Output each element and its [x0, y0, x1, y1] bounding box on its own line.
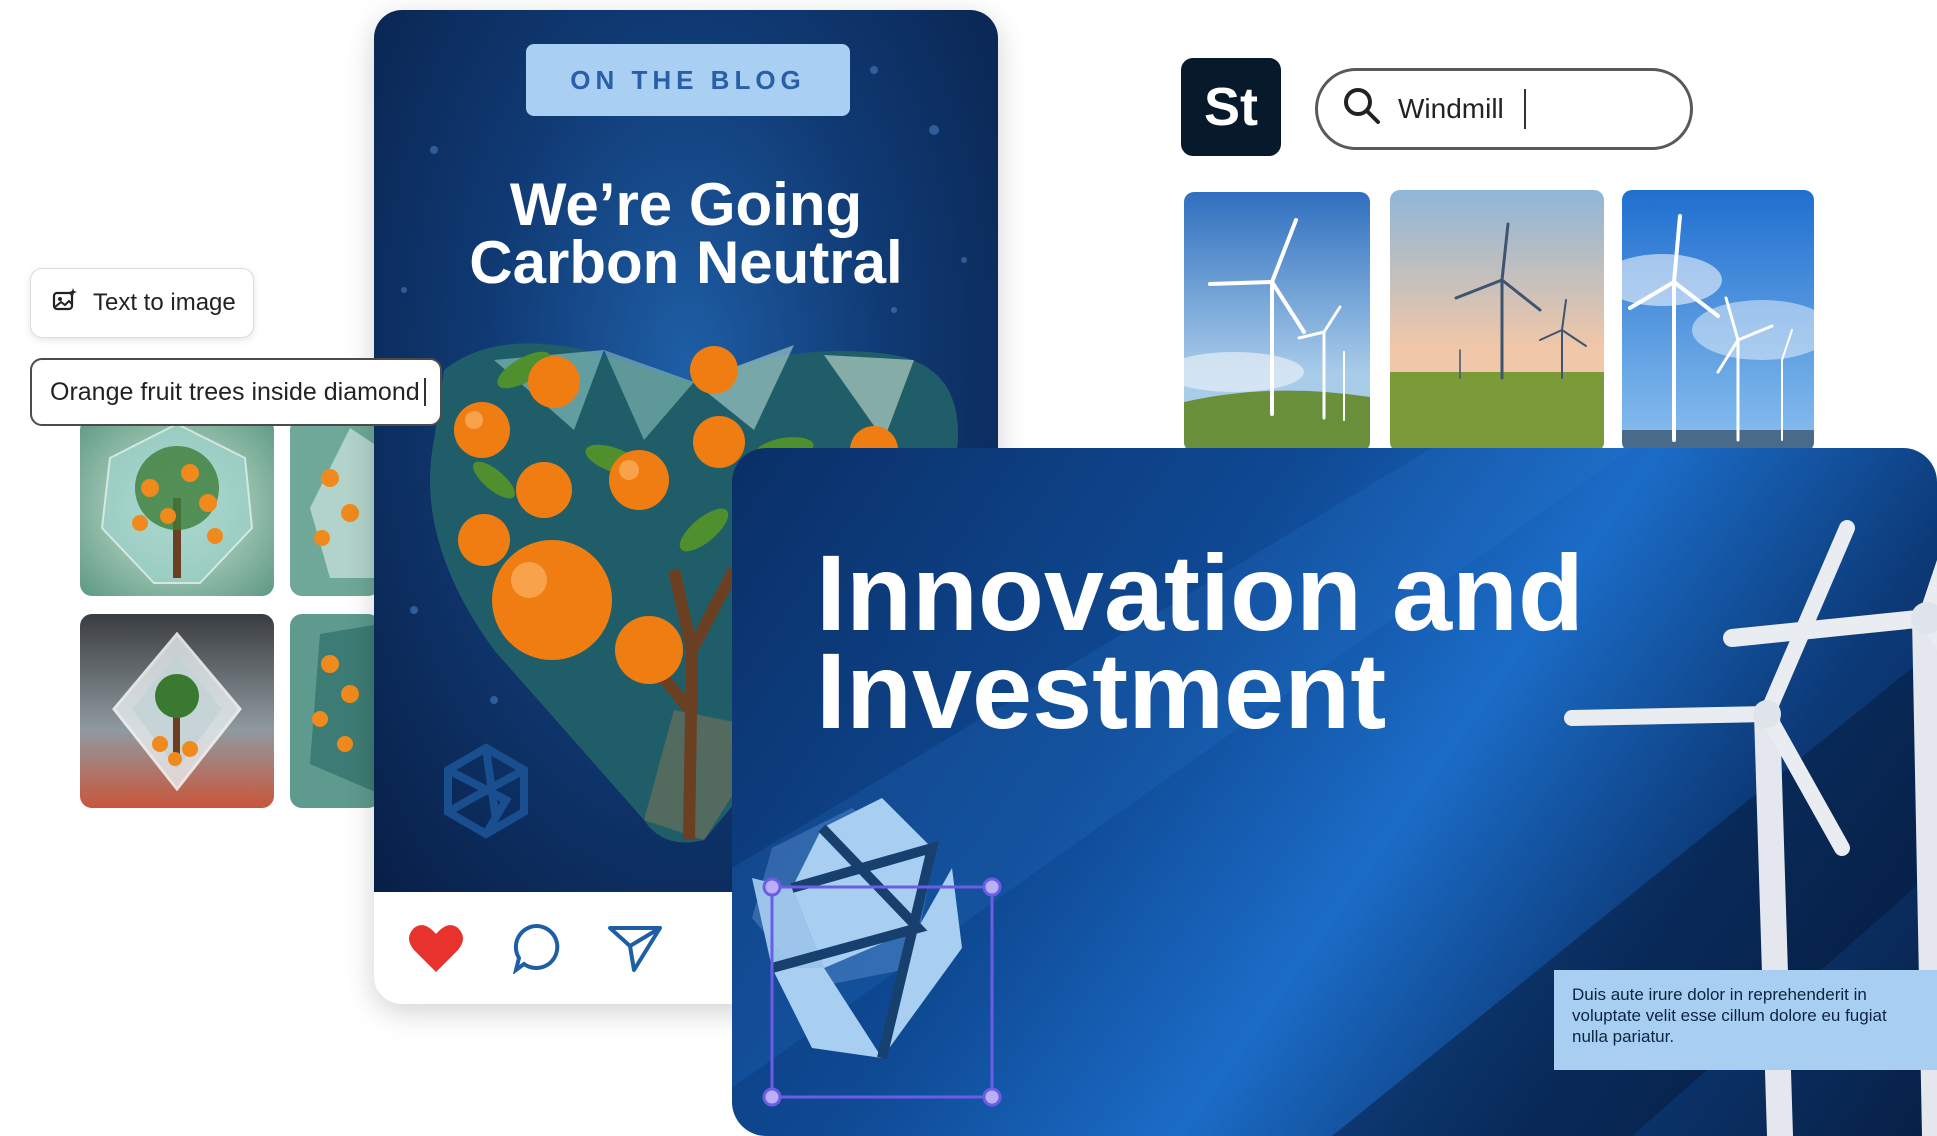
comment-icon[interactable]	[512, 922, 562, 979]
search-icon	[1342, 86, 1382, 133]
generated-image-4[interactable]	[290, 614, 380, 808]
stock-result-2[interactable]	[1390, 190, 1604, 452]
post-title-line-1: We’re Going	[509, 171, 863, 238]
slide-title-line-2: Investment	[816, 630, 1387, 751]
prompt-input[interactable]: Orange fruit trees inside diamond	[30, 358, 442, 426]
stock-search-input[interactable]: Windmill	[1315, 68, 1693, 150]
geometric-logo-icon	[444, 743, 528, 839]
generated-image-3[interactable]	[80, 614, 274, 808]
search-value: Windmill	[1398, 93, 1504, 124]
slide-title[interactable]: Innovation and Investment	[816, 532, 1584, 751]
post-title-line-2: Carbon Neutral	[469, 229, 903, 296]
heart-icon[interactable]	[408, 922, 464, 979]
slide-title-line-1: Innovation and	[816, 532, 1584, 653]
share-send-icon[interactable]	[606, 922, 664, 979]
stock-result-3[interactable]	[1622, 190, 1814, 452]
text-to-image-chip[interactable]: Text to image	[30, 268, 254, 338]
sparkle-image-icon	[51, 286, 79, 321]
prompt-value: Orange fruit trees inside diamond	[50, 377, 420, 406]
search-caret	[1523, 89, 1526, 129]
slide-caption-box[interactable]: Duis aute irure dolor in reprehenderit i…	[1554, 970, 1937, 1070]
generated-image-1[interactable]	[80, 418, 274, 596]
text-to-image-label: Text to image	[93, 289, 236, 316]
presentation-slide[interactable]: Innovation and Investment Duis aute irur…	[732, 448, 1937, 1136]
generated-image-2[interactable]	[290, 418, 380, 596]
stock-app-logo: St	[1181, 58, 1281, 156]
blog-badge: ON THE BLOG	[526, 44, 850, 116]
text-caret	[423, 378, 426, 406]
post-title: We’re Going Carbon Neutral	[374, 171, 998, 296]
stock-result-1[interactable]	[1184, 192, 1370, 452]
